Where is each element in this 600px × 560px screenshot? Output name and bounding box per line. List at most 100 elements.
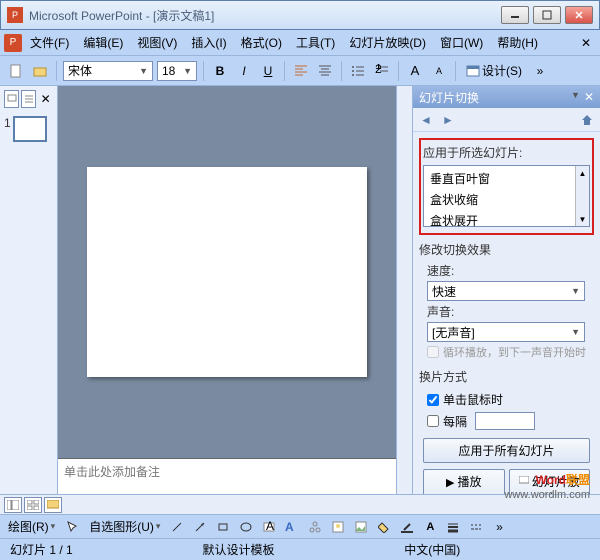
- dash-style-icon[interactable]: [466, 517, 486, 537]
- font-grow-icon[interactable]: A: [405, 61, 425, 81]
- oval-icon[interactable]: [236, 517, 256, 537]
- new-icon[interactable]: [6, 61, 26, 81]
- loop-check-input: [427, 346, 439, 358]
- toolbar-overflow-icon[interactable]: »: [489, 517, 509, 537]
- interval-checkbox[interactable]: 每隔: [427, 410, 594, 432]
- tab-slides-icon[interactable]: [4, 90, 19, 108]
- slide-thumb[interactable]: 1: [4, 116, 53, 142]
- arrow-icon[interactable]: [190, 517, 210, 537]
- bullets-icon[interactable]: [348, 61, 368, 81]
- size-select[interactable]: 18 ▼: [157, 61, 197, 81]
- minimize-button[interactable]: [501, 6, 529, 24]
- picture-icon[interactable]: [351, 517, 371, 537]
- menu-help[interactable]: 帮助(H): [491, 32, 544, 53]
- sound-label: 声音:: [427, 303, 594, 320]
- highlighted-section: 应用于所选幻灯片: 垂直百叶窗 盒状收缩 盒状展开 ▲ ▼: [419, 138, 594, 235]
- font-select[interactable]: 宋体 ▼: [63, 61, 153, 81]
- close-button[interactable]: [565, 6, 593, 24]
- fill-color-icon[interactable]: [374, 517, 394, 537]
- taskpane-close-icon[interactable]: ✕: [584, 90, 594, 104]
- doc-close-icon[interactable]: ✕: [576, 33, 596, 53]
- nav-back-icon[interactable]: ◄: [417, 111, 435, 129]
- onclick-checkbox[interactable]: 单击鼠标时: [427, 389, 594, 410]
- menu-edit[interactable]: 编辑(E): [77, 32, 129, 53]
- font-color-icon[interactable]: A: [420, 517, 440, 537]
- separator: [455, 61, 456, 81]
- rectangle-icon[interactable]: [213, 517, 233, 537]
- titlebar: P Microsoft PowerPoint - [演示文稿1]: [0, 0, 600, 30]
- list-scrollbar[interactable]: ▲ ▼: [575, 166, 589, 226]
- menu-format[interactable]: 格式(O): [235, 32, 288, 53]
- draw-menu[interactable]: 绘图(R) ▾: [4, 518, 59, 535]
- slide-canvas-area[interactable]: [58, 86, 396, 458]
- numbered-icon[interactable]: 12: [372, 61, 392, 81]
- onclick-label: 单击鼠标时: [443, 391, 503, 408]
- line-weight-icon[interactable]: [443, 517, 463, 537]
- slide-canvas[interactable]: [87, 167, 367, 377]
- chevron-down-icon: ▼: [571, 286, 580, 296]
- vertical-scrollbar[interactable]: [396, 86, 412, 494]
- tab-outline-icon[interactable]: [21, 90, 36, 108]
- svg-text:2: 2: [375, 64, 382, 76]
- notes-pane[interactable]: 单击此处添加备注: [58, 458, 396, 494]
- taskpane-menu-icon[interactable]: ▼: [571, 90, 580, 104]
- status-lang: 中文(中国): [404, 541, 460, 558]
- pointer-icon[interactable]: [62, 517, 82, 537]
- bold-button[interactable]: B: [210, 61, 230, 81]
- interval-check-input[interactable]: [427, 415, 439, 427]
- list-item[interactable]: 盒状收缩: [426, 189, 587, 210]
- open-icon[interactable]: [30, 61, 50, 81]
- play-button[interactable]: ▶ 播放: [423, 469, 505, 494]
- scroll-down-icon[interactable]: ▼: [576, 212, 589, 226]
- align-center-icon[interactable]: [315, 61, 335, 81]
- toolbar-overflow-icon[interactable]: »: [530, 61, 550, 81]
- maximize-button[interactable]: [533, 6, 561, 24]
- speed-label: 速度:: [427, 262, 594, 279]
- normal-view-icon[interactable]: [4, 497, 22, 513]
- design-button[interactable]: 设计(S): [462, 60, 526, 81]
- nav-home-icon[interactable]: [578, 111, 596, 129]
- chevron-down-icon: ▼: [183, 66, 192, 76]
- chevron-down-icon: ▼: [139, 66, 148, 76]
- clipart-icon[interactable]: [328, 517, 348, 537]
- app-icon: P: [7, 7, 23, 23]
- autoshape-menu[interactable]: 自选图形(U) ▾: [85, 518, 164, 535]
- design-label: 设计(S): [482, 62, 522, 79]
- apply-all-button[interactable]: 应用于所有幻灯片: [423, 438, 590, 463]
- nav-forward-icon[interactable]: ►: [439, 111, 457, 129]
- editor-area: 单击此处添加备注: [58, 86, 396, 494]
- interval-field[interactable]: [475, 412, 535, 430]
- menu-window[interactable]: 窗口(W): [434, 32, 489, 53]
- italic-button[interactable]: I: [234, 61, 254, 81]
- menu-slideshow[interactable]: 幻灯片放映(D): [343, 32, 432, 53]
- separator: [203, 61, 204, 81]
- menubar: P 文件(F) 编辑(E) 视图(V) 插入(I) 格式(O) 工具(T) 幻灯…: [0, 30, 600, 56]
- align-left-icon[interactable]: [291, 61, 311, 81]
- menu-file[interactable]: 文件(F): [24, 32, 75, 53]
- menu-insert[interactable]: 插入(I): [185, 32, 232, 53]
- separator: [284, 61, 285, 81]
- font-shrink-icon[interactable]: A: [429, 61, 449, 81]
- list-item[interactable]: 盒状展开: [426, 210, 587, 231]
- wordart-icon[interactable]: A: [282, 517, 302, 537]
- onclick-check-input[interactable]: [427, 394, 439, 406]
- list-item[interactable]: 垂直百叶窗: [426, 168, 587, 189]
- line-icon[interactable]: [167, 517, 187, 537]
- sorter-view-icon[interactable]: [24, 497, 42, 513]
- diagram-icon[interactable]: [305, 517, 325, 537]
- sound-select[interactable]: [无声音] ▼: [427, 322, 585, 342]
- interval-label: 每隔: [443, 413, 467, 430]
- scroll-up-icon[interactable]: ▲: [576, 166, 589, 180]
- loop-checkbox[interactable]: 循环播放，到下一声音开始时: [427, 342, 594, 362]
- line-color-icon[interactable]: [397, 517, 417, 537]
- menu-tools[interactable]: 工具(T): [290, 32, 341, 53]
- font-value: 宋体: [68, 62, 92, 79]
- textbox-icon[interactable]: A: [259, 517, 279, 537]
- slideshow-view-icon[interactable]: [44, 497, 62, 513]
- speed-select[interactable]: 快速 ▼: [427, 281, 585, 301]
- underline-button[interactable]: U: [258, 61, 278, 81]
- panel-close-icon[interactable]: ✕: [38, 90, 53, 108]
- speed-value: 快速: [432, 283, 456, 300]
- menu-view[interactable]: 视图(V): [131, 32, 183, 53]
- transition-list[interactable]: 垂直百叶窗 盒状收缩 盒状展开 ▲ ▼: [423, 165, 590, 227]
